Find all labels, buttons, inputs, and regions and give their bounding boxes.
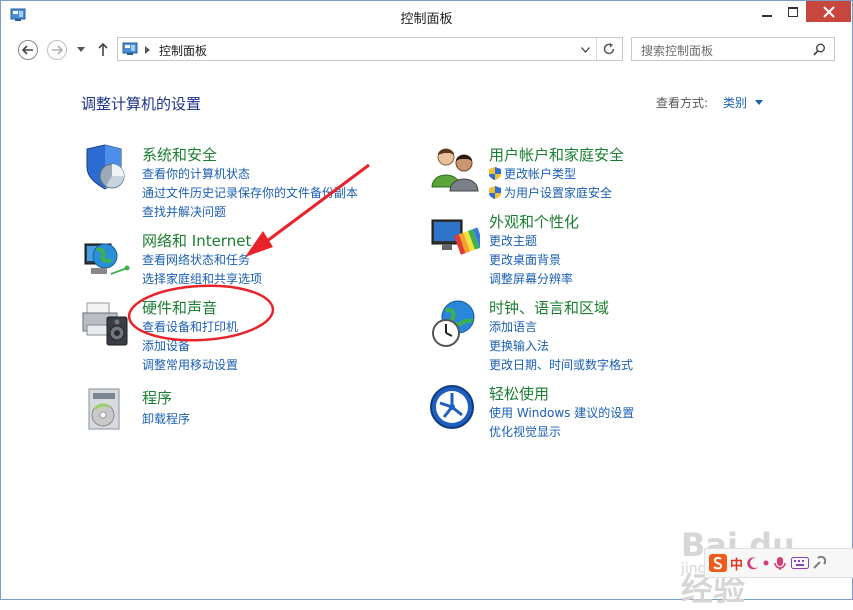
red-arrow-head	[245, 231, 273, 257]
ime-mode[interactable]: 中	[730, 554, 743, 573]
sogou-s-icon[interactable]	[709, 554, 727, 572]
annotation-overlay	[127, 163, 370, 342]
microphone-icon[interactable]	[772, 555, 788, 571]
moon-icon[interactable]	[746, 556, 760, 570]
keyboard-icon[interactable]	[791, 557, 810, 569]
tools-icon[interactable]	[812, 556, 827, 570]
red-arrow-shaft	[258, 163, 370, 249]
red-ellipse-highlight	[127, 284, 275, 342]
ime-toolbar[interactable]: 中	[704, 548, 853, 578]
dot-icon[interactable]	[763, 560, 769, 566]
control-panel-window: 控制面板 控制面板 搜索控制面板 调整计算机的设置 查看方式: 类别 系统和安全…	[0, 0, 853, 608]
